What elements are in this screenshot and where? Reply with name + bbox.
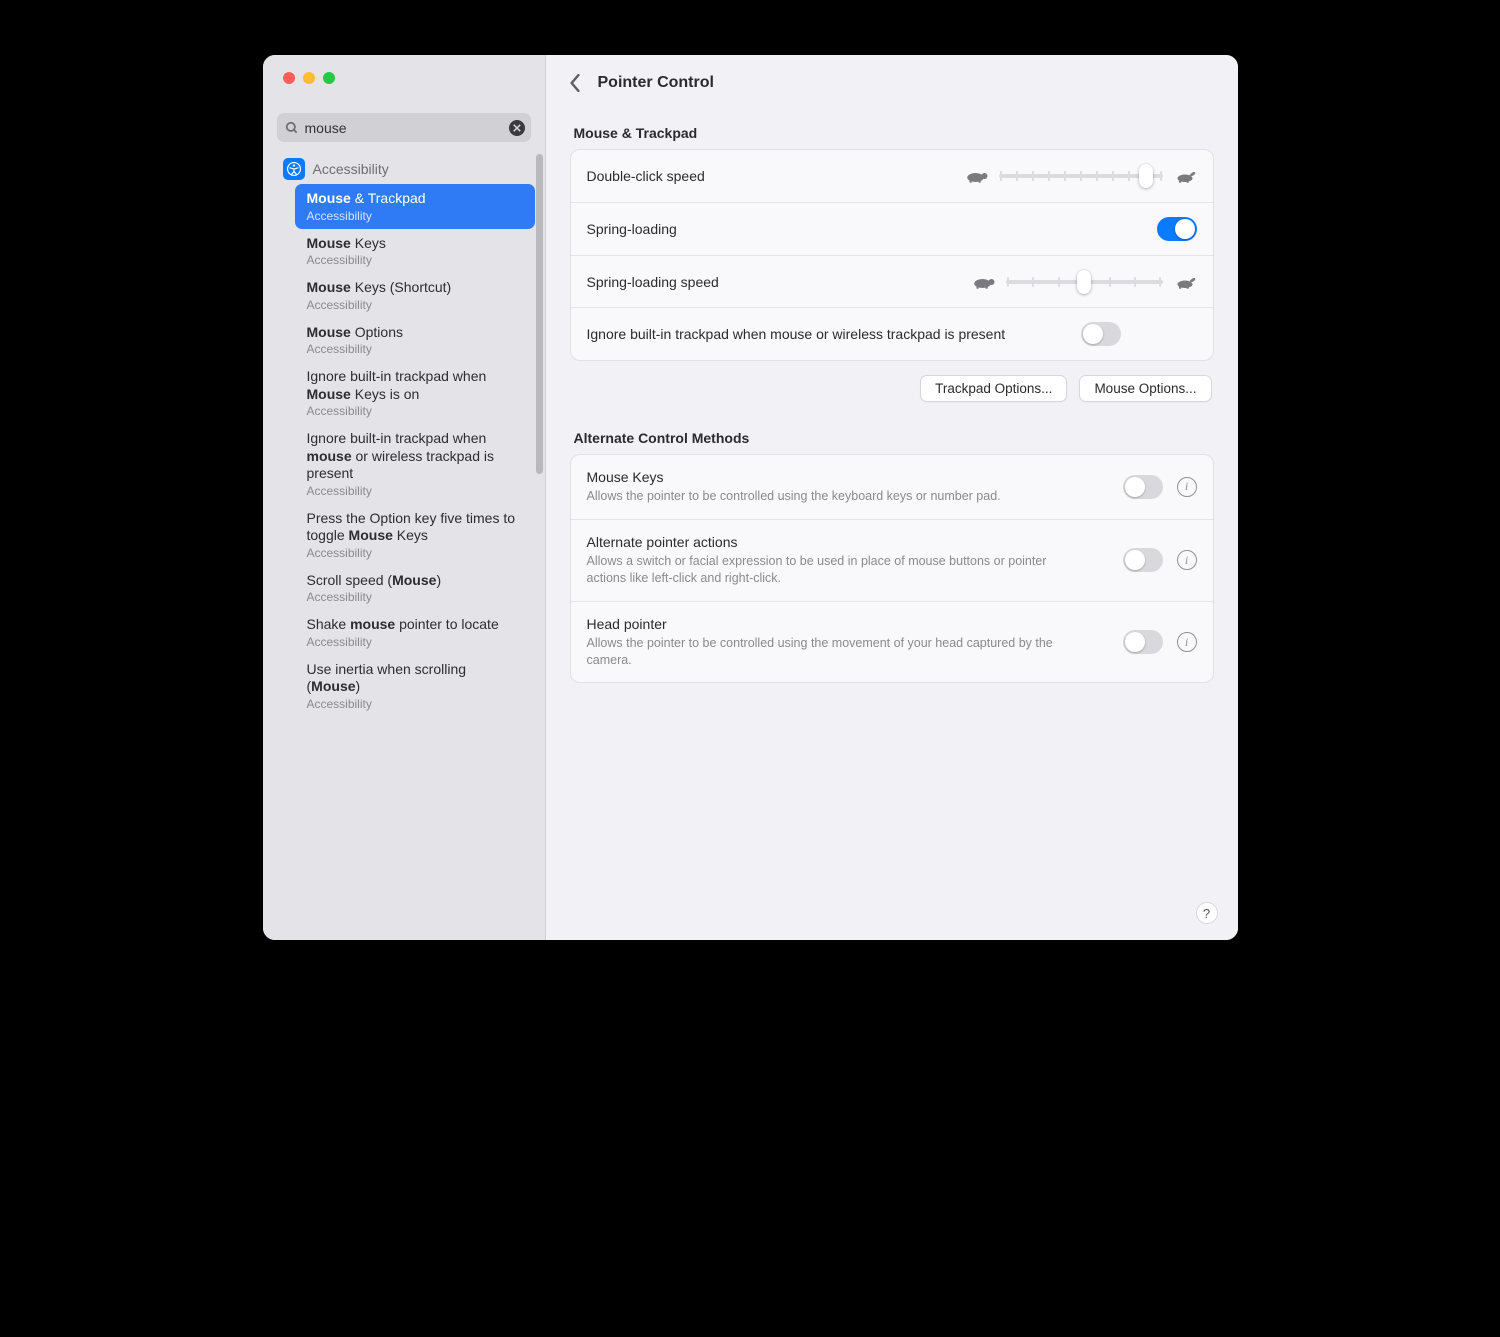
alternate-item-row: Mouse Keys Allows the pointer to be contr… bbox=[571, 455, 1213, 519]
settings-window: Accessibility Mouse & TrackpadAccessibil… bbox=[263, 55, 1238, 940]
hare-icon bbox=[1173, 168, 1197, 184]
double-click-speed-label: Double-click speed bbox=[587, 168, 705, 184]
alternate-item-toggle[interactable] bbox=[1123, 548, 1163, 572]
search-result-item[interactable]: Press the Option key five times to toggl… bbox=[295, 504, 535, 566]
search-result-subtitle: Accessibility bbox=[307, 590, 523, 604]
tortoise-icon bbox=[965, 168, 989, 184]
search-result-title: Ignore built-in trackpad when Mouse Keys… bbox=[307, 368, 523, 403]
sidebar: Accessibility Mouse & TrackpadAccessibil… bbox=[263, 55, 546, 940]
search-result-item[interactable]: Mouse OptionsAccessibility bbox=[295, 318, 535, 363]
search-result-title: Ignore built-in trackpad when mouse or w… bbox=[307, 430, 523, 483]
hare-icon bbox=[1173, 274, 1197, 290]
alternate-item-desc: Allows the pointer to be controlled usin… bbox=[587, 488, 1067, 505]
search-result-subtitle: Accessibility bbox=[307, 546, 523, 560]
alternate-item-title: Head pointer bbox=[587, 616, 1109, 632]
search-results: Accessibility Mouse & TrackpadAccessibil… bbox=[263, 150, 545, 940]
search-result-item[interactable]: Ignore built-in trackpad when Mouse Keys… bbox=[295, 362, 535, 424]
search-result-subtitle: Accessibility bbox=[307, 635, 523, 649]
search-icon bbox=[285, 121, 299, 135]
search-result-title: Mouse Options bbox=[307, 324, 523, 342]
minimize-window-button[interactable] bbox=[303, 72, 315, 84]
search-input[interactable] bbox=[299, 120, 509, 136]
spring-loading-speed-row: Spring-loading speed bbox=[571, 255, 1213, 307]
double-click-speed-slider[interactable] bbox=[999, 166, 1163, 186]
ignore-trackpad-label: Ignore built-in trackpad when mouse or w… bbox=[587, 326, 1067, 342]
accessibility-icon bbox=[283, 158, 305, 180]
search-result-item[interactable]: Ignore built-in trackpad when mouse or w… bbox=[295, 424, 535, 504]
section-title-alternate: Alternate Control Methods bbox=[574, 430, 1210, 446]
section-title-mouse-trackpad: Mouse & Trackpad bbox=[574, 125, 1210, 141]
help-button[interactable]: ? bbox=[1196, 902, 1218, 924]
alternate-item-title: Mouse Keys bbox=[587, 469, 1109, 485]
info-button[interactable]: i bbox=[1177, 477, 1197, 497]
tortoise-icon bbox=[972, 274, 996, 290]
search-result-subtitle: Accessibility bbox=[307, 484, 523, 498]
content: Mouse & Trackpad Double-click speed bbox=[546, 111, 1238, 940]
search-result-subtitle: Accessibility bbox=[307, 298, 523, 312]
search-field[interactable] bbox=[277, 113, 531, 142]
search-result-item[interactable]: Use inertia when scrolling (Mouse)Access… bbox=[295, 655, 535, 717]
alternate-item-toggle[interactable] bbox=[1123, 630, 1163, 654]
alternate-item-toggle[interactable] bbox=[1123, 475, 1163, 499]
back-button[interactable] bbox=[564, 72, 586, 94]
alternate-item-row: Alternate pointer actions Allows a switch… bbox=[571, 519, 1213, 601]
mouse-options-button[interactable]: Mouse Options... bbox=[1079, 375, 1211, 402]
search-result-title: Mouse & Trackpad bbox=[307, 190, 523, 208]
spring-loading-label: Spring-loading bbox=[587, 221, 1143, 237]
search-result-subtitle: Accessibility bbox=[307, 342, 523, 356]
search-result-title: Press the Option key five times to toggl… bbox=[307, 510, 523, 545]
result-parent[interactable]: Accessibility bbox=[273, 154, 535, 184]
double-click-speed-slider-wrap bbox=[965, 166, 1197, 186]
search-result-title: Use inertia when scrolling (Mouse) bbox=[307, 661, 523, 696]
double-click-speed-row: Double-click speed bbox=[571, 150, 1213, 202]
mouse-trackpad-button-row: Trackpad Options... Mouse Options... bbox=[572, 375, 1212, 402]
search-wrap bbox=[263, 103, 545, 150]
search-result-item[interactable]: Mouse & TrackpadAccessibility bbox=[295, 184, 535, 229]
spring-loading-row: Spring-loading bbox=[571, 202, 1213, 255]
scrollbar[interactable] bbox=[536, 154, 543, 474]
search-result-title: Mouse Keys bbox=[307, 235, 523, 253]
header: Pointer Control bbox=[546, 55, 1238, 111]
alternate-card: Mouse Keys Allows the pointer to be contr… bbox=[570, 454, 1214, 683]
result-parent-label: Accessibility bbox=[313, 161, 389, 177]
chevron-left-icon bbox=[568, 74, 582, 92]
spring-loading-speed-label: Spring-loading speed bbox=[587, 274, 719, 290]
search-result-item[interactable]: Mouse KeysAccessibility bbox=[295, 229, 535, 274]
search-result-title: Shake mouse pointer to locate bbox=[307, 616, 523, 634]
close-icon bbox=[513, 124, 521, 132]
ignore-trackpad-toggle[interactable] bbox=[1081, 322, 1121, 346]
trackpad-options-button[interactable]: Trackpad Options... bbox=[920, 375, 1067, 402]
spring-loading-speed-slider-wrap bbox=[972, 272, 1197, 292]
main-panel: Pointer Control Mouse & Trackpad Double-… bbox=[546, 55, 1238, 940]
spring-loading-toggle[interactable] bbox=[1157, 217, 1197, 241]
search-result-subtitle: Accessibility bbox=[307, 404, 523, 418]
search-result-title: Mouse Keys (Shortcut) bbox=[307, 279, 523, 297]
window-controls bbox=[263, 55, 545, 103]
search-result-item[interactable]: Mouse Keys (Shortcut)Accessibility bbox=[295, 273, 535, 318]
search-result-title: Scroll speed (Mouse) bbox=[307, 572, 523, 590]
alternate-item-desc: Allows a switch or facial expression to … bbox=[587, 553, 1067, 587]
close-window-button[interactable] bbox=[283, 72, 295, 84]
spring-loading-speed-slider[interactable] bbox=[1006, 272, 1163, 292]
fullscreen-window-button[interactable] bbox=[323, 72, 335, 84]
page-title: Pointer Control bbox=[598, 74, 714, 92]
alternate-item-desc: Allows the pointer to be controlled usin… bbox=[587, 635, 1067, 669]
ignore-trackpad-row: Ignore built-in trackpad when mouse or w… bbox=[571, 307, 1213, 360]
info-button[interactable]: i bbox=[1177, 550, 1197, 570]
search-result-item[interactable]: Shake mouse pointer to locateAccessibili… bbox=[295, 610, 535, 655]
alternate-item-title: Alternate pointer actions bbox=[587, 534, 1109, 550]
search-result-subtitle: Accessibility bbox=[307, 253, 523, 267]
search-result-subtitle: Accessibility bbox=[307, 697, 523, 711]
clear-search-button[interactable] bbox=[509, 120, 525, 136]
info-button[interactable]: i bbox=[1177, 632, 1197, 652]
search-result-subtitle: Accessibility bbox=[307, 209, 523, 223]
search-result-item[interactable]: Scroll speed (Mouse)Accessibility bbox=[295, 566, 535, 611]
mouse-trackpad-card: Double-click speed bbox=[570, 149, 1214, 361]
alternate-item-row: Head pointer Allows the pointer to be con… bbox=[571, 601, 1213, 683]
